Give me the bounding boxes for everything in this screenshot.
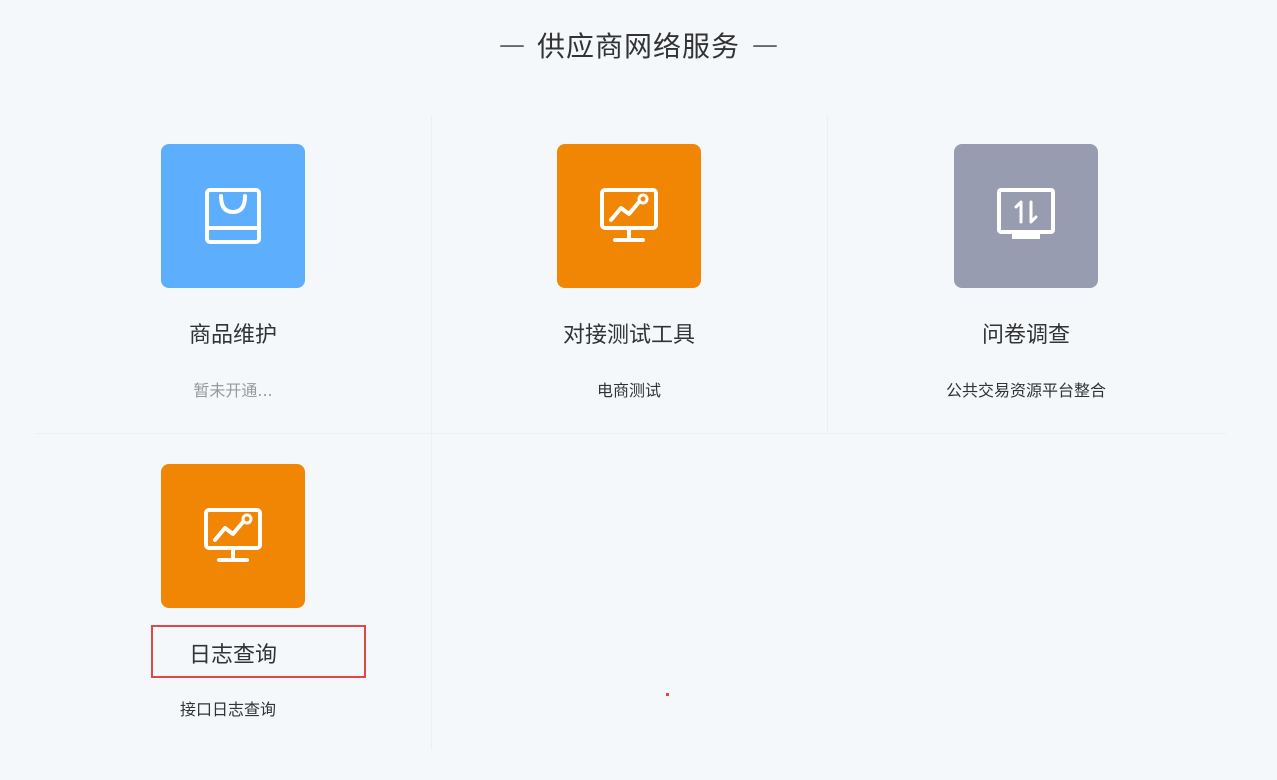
card-description: 公共交易资源平台整合: [945, 381, 1106, 400]
service-card-log-query[interactable]: 日志查询 接口日志查询: [36, 434, 432, 750]
product-maintenance-icon-tile[interactable]: [161, 144, 305, 288]
card-description: 电商测试: [596, 381, 661, 400]
section-header: — 供应商网络服务 —: [0, 22, 1277, 68]
monitor-transfer-icon: [997, 188, 1055, 239]
integration-test-icon-tile[interactable]: [557, 144, 701, 288]
service-card-survey[interactable]: 问卷调查 公共交易资源平台整合: [828, 115, 1224, 433]
card-description: 接口日志查询: [179, 700, 276, 719]
monitor-chart-icon: [204, 508, 262, 562]
card-title: 对接测试工具: [562, 323, 695, 348]
card-title: 商品维护: [188, 323, 277, 348]
card-description: 暂未开通...: [193, 381, 273, 400]
shopping-bag-icon: [205, 188, 261, 244]
log-query-icon-tile[interactable]: [161, 464, 305, 608]
card-title: 问卷调查: [981, 323, 1070, 348]
header-right-dash: —: [752, 30, 778, 60]
section-title: 供应商网络服务: [536, 30, 740, 63]
monitor-chart-icon: [600, 188, 658, 242]
service-card-integration-test-tool[interactable]: 对接测试工具 电商测试: [432, 115, 828, 433]
header-left-dash: —: [498, 30, 525, 60]
red-marker-dot: [666, 693, 669, 696]
card-title: 日志查询: [188, 643, 277, 668]
survey-icon-tile[interactable]: [954, 144, 1098, 288]
service-card-product-maintenance[interactable]: 商品维护 暂未开通...: [36, 115, 432, 433]
